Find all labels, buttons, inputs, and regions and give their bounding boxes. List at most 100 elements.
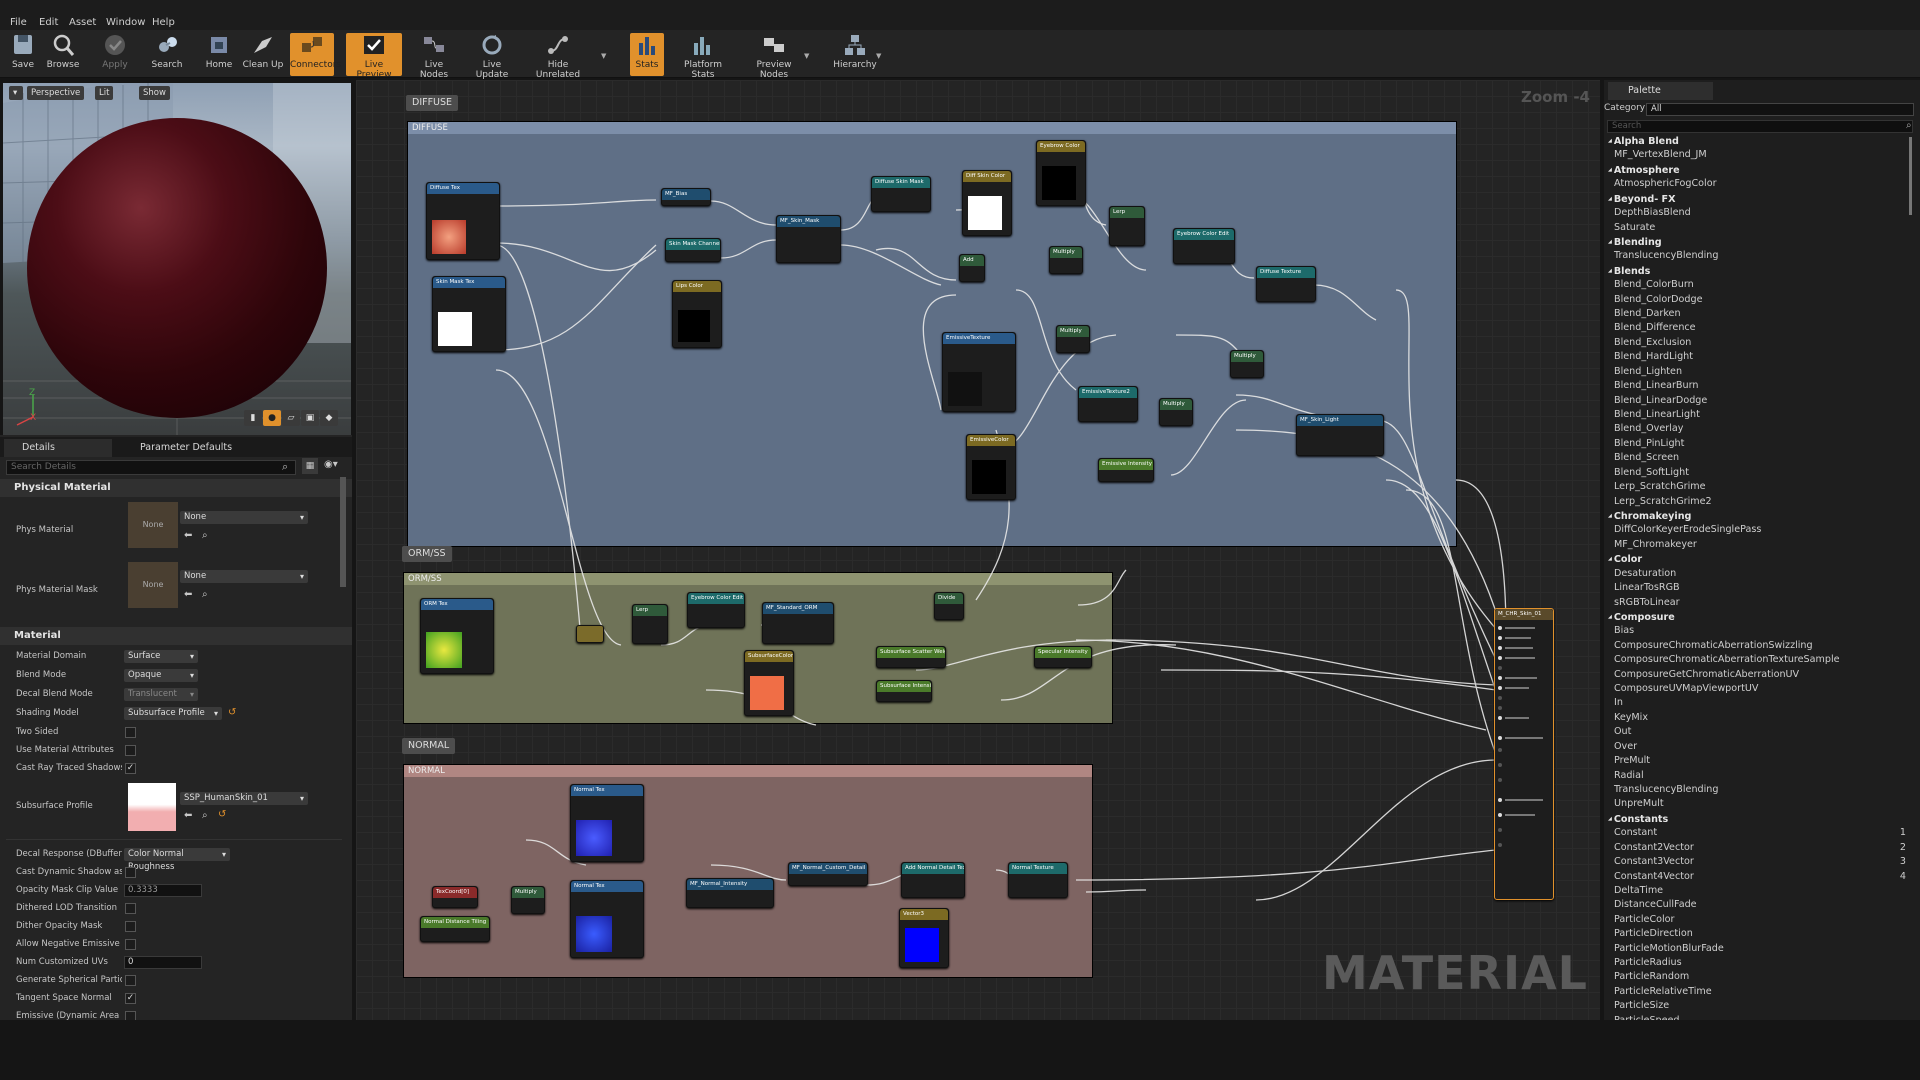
mf-normal-intensity-node[interactable]: MF_Normal_Intensity (686, 878, 774, 908)
live-preview-button[interactable]: Live Preview (346, 33, 402, 80)
multiply-node[interactable]: Multiply (1159, 398, 1193, 426)
palette-item[interactable]: Bias (1604, 624, 1909, 638)
palette-item[interactable]: MF_Chromakeyer (1604, 538, 1909, 552)
phys-material-combo[interactable]: None (180, 511, 308, 524)
palette-item[interactable]: Constant4Vector 4 (1604, 870, 1909, 884)
palette-item[interactable]: ParticleSize (1604, 999, 1909, 1013)
menu-window[interactable]: Window (106, 17, 145, 28)
perspective-button[interactable]: Perspective (27, 86, 85, 100)
preview-nodes-button[interactable]: Preview Nodes (742, 33, 806, 80)
grid-view-icon[interactable]: ▦ (302, 458, 318, 474)
subsurface-intensity-node[interactable]: Subsurface Intensity (876, 680, 932, 702)
palette-item[interactable]: Out (1604, 725, 1909, 739)
palette-item[interactable]: Blend_Lighten (1604, 365, 1909, 379)
skin-mask-tex-node[interactable]: Skin Mask Tex (432, 276, 506, 352)
palette-item[interactable]: ComposureChromaticAberrationTextureSampl… (1604, 653, 1909, 667)
reset-arrow-icon[interactable]: ↺ (228, 707, 236, 718)
category-combo[interactable]: All (1646, 103, 1914, 116)
skin-mask-channel-node[interactable]: Skin Mask Channel (665, 238, 721, 262)
palette-item[interactable]: Blend_Exclusion (1604, 336, 1909, 350)
mf-skin-light-node[interactable]: MF_Skin_Light (1296, 414, 1384, 456)
mf-skin-mask-node[interactable]: MF_Skin_Mask (776, 215, 841, 263)
palette-item[interactable]: Lerp_ScratchGrime (1604, 480, 1909, 494)
palette-item[interactable]: Blend_LinearLight (1604, 408, 1909, 422)
preview-nodes-dropdown[interactable]: ▼ (804, 52, 809, 60)
physical-material-header[interactable]: Physical Material (0, 479, 352, 497)
material-domain-combo[interactable]: Surface (124, 650, 198, 663)
multiply-node[interactable]: Multiply (1230, 350, 1264, 378)
add-node[interactable]: Add (959, 254, 985, 282)
palette-category[interactable]: Blends (1604, 264, 1909, 278)
palette-item[interactable]: MF_VertexBlend_JM (1604, 148, 1909, 162)
palette-category[interactable]: Blending (1604, 235, 1909, 249)
palette-item[interactable]: In (1604, 696, 1909, 710)
palette-item[interactable]: Lerp_ScratchGrime2 (1604, 495, 1909, 509)
mf-bias-node[interactable]: MF_Bias (661, 188, 711, 206)
add-normal-detail-tex-node[interactable]: Add Normal Detail Tex (901, 862, 965, 898)
palette-item[interactable]: Blend_ColorDodge (1604, 293, 1909, 307)
palette-item[interactable]: sRGBToLinear (1604, 596, 1909, 610)
palette-item[interactable]: Constant3Vector 3 (1604, 855, 1909, 869)
browse-search-icon[interactable]: ⌕ (202, 589, 208, 600)
lerp-node[interactable]: Lerp (632, 604, 668, 644)
multiply-node[interactable]: Multiply (1049, 246, 1083, 274)
emissive-color-node[interactable]: EmissiveColor (966, 434, 1016, 500)
palette-item[interactable]: ParticleColor (1604, 913, 1909, 927)
palette-item[interactable]: ComposureChromaticAberrationSwizzling (1604, 639, 1909, 653)
hide-unrelated-dropdown[interactable]: ▼ (601, 52, 606, 60)
connectors-button[interactable]: Connectors (290, 33, 341, 76)
search-button[interactable]: Search (148, 33, 186, 76)
palette-item[interactable]: TranslucencyBlending (1604, 249, 1909, 263)
palette-item[interactable]: AtmosphericFogColor (1604, 177, 1909, 191)
opacity-mask-clip-input[interactable]: 0.3333 (124, 884, 202, 897)
lit-button[interactable]: Lit (95, 86, 114, 100)
diffuse-skin-mask-node[interactable]: Diffuse Skin Mask (871, 176, 931, 212)
palette-category[interactable]: Constants (1604, 812, 1909, 826)
eyebrow-color-edit-orm-node[interactable]: Eyebrow Color Edit (687, 592, 745, 628)
clean-up-button[interactable]: Clean Up (242, 33, 284, 76)
constant-node[interactable] (576, 625, 604, 643)
details-search-input[interactable]: Search Details (6, 460, 296, 475)
palette-item[interactable]: ParticleMotionBlurFade (1604, 942, 1909, 956)
subsurface-color-node[interactable]: SubsurfaceColor (744, 650, 794, 716)
tab-parameter-defaults[interactable]: Parameter Defaults (122, 439, 242, 457)
specular-intensity-node[interactable]: Specular Intensity (1034, 646, 1092, 668)
show-button[interactable]: Show (139, 86, 170, 100)
palette-item[interactable]: DepthBiasBlend (1604, 206, 1909, 220)
eyebrow-color-node[interactable]: Eyebrow Color (1036, 140, 1086, 206)
live-update-button[interactable]: Live Update (466, 33, 518, 80)
palette-item[interactable]: Blend_LinearBurn (1604, 379, 1909, 393)
normal-texture-node[interactable]: Normal Texture (1008, 862, 1068, 898)
home-button[interactable]: Home (202, 33, 236, 76)
palette-item[interactable]: Desaturation (1604, 567, 1909, 581)
subsurface-profile-combo[interactable]: SSP_HumanSkin_01 (180, 792, 308, 805)
blend-mode-combo[interactable]: Opaque (124, 669, 198, 682)
palette-item[interactable]: Blend_LinearDodge (1604, 394, 1909, 408)
palette-item[interactable]: Blend_HardLight (1604, 350, 1909, 364)
normal-distance-tiling-node[interactable]: Normal Distance Tiling (420, 916, 490, 942)
hierarchy-button[interactable]: Hierarchy (832, 33, 878, 76)
hierarchy-dropdown[interactable]: ▼ (876, 52, 881, 60)
palette-item[interactable]: Blend_PinLight (1604, 437, 1909, 451)
menu-edit[interactable]: Edit (39, 17, 58, 28)
vector3-node[interactable]: Vector3 (899, 908, 949, 968)
palette-item[interactable]: Blend_Difference (1604, 321, 1909, 335)
live-nodes-button[interactable]: Live Nodes (410, 33, 458, 80)
menu-help[interactable]: Help (152, 17, 175, 28)
use-selected-arrow-icon[interactable]: ⬅ (184, 530, 192, 541)
palette-category[interactable]: Beyond- FX (1604, 192, 1909, 206)
browse-button[interactable]: Browse (45, 33, 81, 76)
dither-opacity-mask-checkbox[interactable] (125, 921, 136, 932)
palette-item[interactable]: ParticleRelativeTime (1604, 985, 1909, 999)
material-header[interactable]: Material (0, 627, 352, 645)
preview-viewport[interactable]: Z X ▾ Perspective Lit Show ▮ ● ▱ ▣ ◆ (3, 83, 351, 435)
normal-tex-node[interactable]: Normal Tex (570, 784, 644, 862)
emissive-intensity-node[interactable]: Emissive Intensity (1098, 458, 1154, 482)
use-material-attributes-checkbox[interactable] (125, 745, 136, 756)
texcoord-node[interactable]: TexCoord[0] (432, 886, 478, 908)
stats-button[interactable]: Stats (630, 33, 664, 76)
cylinder-preview-button[interactable]: ▮ (244, 410, 262, 426)
palette-item[interactable]: Blend_SoftLight (1604, 466, 1909, 480)
browse-search-icon[interactable]: ⌕ (202, 530, 208, 541)
use-selected-arrow-icon[interactable]: ⬅ (184, 810, 192, 821)
